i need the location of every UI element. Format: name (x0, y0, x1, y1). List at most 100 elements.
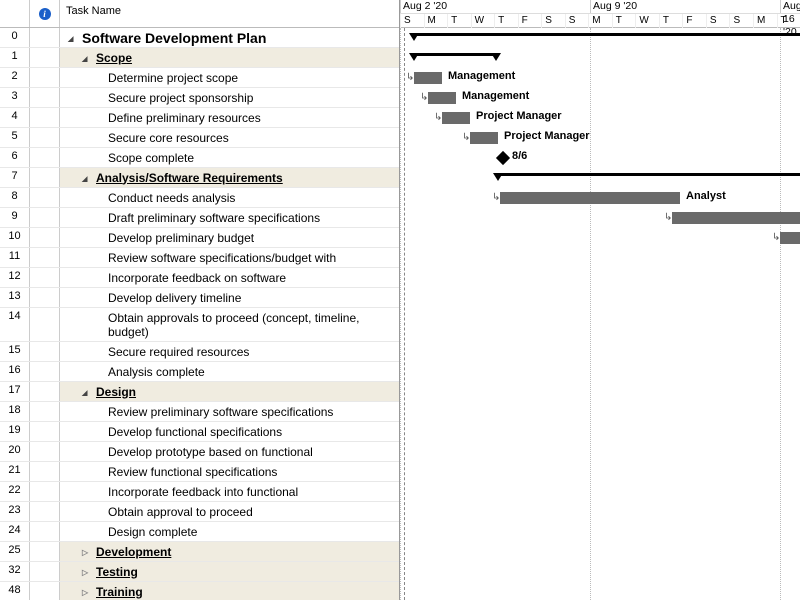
table-row[interactable]: 17 Design (0, 382, 399, 402)
task-grid[interactable]: i Task Name 0Software Development Plan1S… (0, 0, 400, 600)
timeline-header: Aug 2 '20Aug 9 '20Aug 16 '20 SMTWTFSSMTW… (400, 0, 800, 28)
day-label: S (706, 14, 730, 28)
task-name-cell[interactable]: Review software specifications/budget wi… (60, 248, 399, 267)
table-row[interactable]: 5Secure core resources (0, 128, 399, 148)
table-row[interactable]: 21Review functional specifications (0, 462, 399, 482)
table-row[interactable]: 1Scope (0, 48, 399, 68)
table-row[interactable]: 24Design complete (0, 522, 399, 542)
row-id: 13 (0, 288, 30, 307)
task-name-cell[interactable]: Obtain approvals to proceed (concept, ti… (60, 308, 399, 341)
summary-bar[interactable] (414, 53, 496, 61)
task-name-cell[interactable]: Analysis complete (60, 362, 399, 381)
expand-icon[interactable] (82, 567, 92, 577)
table-row[interactable]: 15Secure required resources (0, 342, 399, 362)
task-name-cell[interactable]: Scope (60, 48, 399, 67)
summary-bar[interactable] (498, 173, 800, 181)
expand-icon[interactable] (82, 587, 92, 597)
task-name-cell[interactable]: Develop functional specifications (60, 422, 399, 441)
gantt-bar[interactable] (500, 192, 680, 204)
collapse-icon[interactable] (82, 387, 92, 397)
gantt-area[interactable]: Management↳Management↳Project Manager↳Pr… (400, 28, 800, 600)
row-info-cell (30, 542, 60, 561)
dependency-arrow-icon: ↳ (462, 132, 470, 143)
row-id: 17 (0, 382, 30, 401)
expand-icon[interactable] (82, 547, 92, 557)
collapse-icon[interactable] (68, 33, 78, 43)
task-name-cell[interactable]: Incorporate feedback on software (60, 268, 399, 287)
week-label: Aug 9 '20 (590, 0, 637, 13)
milestone-marker[interactable] (496, 151, 510, 165)
task-name-cell[interactable]: Develop delivery timeline (60, 288, 399, 307)
table-row[interactable]: 20Develop prototype based on functional (0, 442, 399, 462)
row-info-cell (30, 308, 60, 341)
table-row[interactable]: 23Obtain approval to proceed (0, 502, 399, 522)
id-column-header[interactable] (0, 0, 30, 27)
task-name-cell[interactable]: Conduct needs analysis (60, 188, 399, 207)
row-info-cell (30, 562, 60, 581)
summary-bar[interactable] (414, 33, 800, 41)
task-name-cell[interactable]: Secure core resources (60, 128, 399, 147)
gantt-bar[interactable] (672, 212, 800, 224)
row-info-cell (30, 48, 60, 67)
table-row[interactable]: 16Analysis complete (0, 362, 399, 382)
collapse-icon[interactable] (82, 53, 92, 63)
task-name-cell[interactable]: Secure project sponsorship (60, 88, 399, 107)
task-name-label: Review functional specifications (108, 465, 277, 479)
gantt-bar-label: Management (462, 90, 529, 102)
table-row[interactable]: 3Secure project sponsorship (0, 88, 399, 108)
table-row[interactable]: 25Development (0, 542, 399, 562)
task-name-cell[interactable]: Draft preliminary software specification… (60, 208, 399, 227)
row-id: 7 (0, 168, 30, 187)
task-name-cell[interactable]: Design (60, 382, 399, 401)
gantt-bar[interactable] (470, 132, 498, 144)
task-name-cell[interactable]: Review functional specifications (60, 462, 399, 481)
table-row[interactable]: 9Draft preliminary software specificatio… (0, 208, 399, 228)
table-row[interactable]: 13 Develop delivery timeline (0, 288, 399, 308)
table-row[interactable]: 14 Obtain approvals to proceed (concept, … (0, 308, 399, 342)
table-row[interactable]: 7 Analysis/Software Requirements (0, 168, 399, 188)
task-name-cell[interactable]: Develop prototype based on functional (60, 442, 399, 461)
table-row[interactable]: 18Review preliminary software specificat… (0, 402, 399, 422)
table-row[interactable]: 12Incorporate feedback on software (0, 268, 399, 288)
task-name-cell[interactable]: Analysis/Software Requirements (60, 168, 399, 187)
task-name-cell[interactable]: Training (60, 582, 399, 600)
task-name-label: Develop prototype based on functional (108, 445, 313, 459)
task-name-cell[interactable]: Development (60, 542, 399, 561)
task-name-cell[interactable]: Secure required resources (60, 342, 399, 361)
table-row[interactable]: 32Testing (0, 562, 399, 582)
task-name-label: Develop preliminary budget (108, 231, 254, 245)
task-name-cell[interactable]: Determine project scope (60, 68, 399, 87)
table-row[interactable]: 22Incorporate feedback into functional (0, 482, 399, 502)
task-name-cell[interactable]: Design complete (60, 522, 399, 541)
gantt-bar[interactable] (414, 72, 442, 84)
task-name-cell[interactable]: Incorporate feedback into functional (60, 482, 399, 501)
table-row[interactable]: 6Scope complete (0, 148, 399, 168)
gantt-chart[interactable]: Aug 2 '20Aug 9 '20Aug 16 '20 SMTWTFSSMTW… (400, 0, 800, 600)
row-info-cell (30, 362, 60, 381)
table-row[interactable]: 10Develop preliminary budget (0, 228, 399, 248)
task-name-label: Analysis complete (108, 365, 205, 379)
table-row[interactable]: 48Training (0, 582, 399, 600)
day-label: T (612, 14, 636, 28)
task-name-cell[interactable]: Software Development Plan (60, 28, 399, 47)
gantt-bar[interactable] (442, 112, 470, 124)
task-name-column-header[interactable]: Task Name (60, 0, 399, 27)
table-row[interactable]: 2Determine project scope (0, 68, 399, 88)
gantt-bar[interactable] (428, 92, 456, 104)
task-name-cell[interactable]: Develop preliminary budget (60, 228, 399, 247)
task-name-cell[interactable]: Testing (60, 562, 399, 581)
info-column-header[interactable]: i (30, 0, 60, 27)
row-id: 14 (0, 308, 30, 341)
week-gridline (780, 28, 781, 600)
task-name-cell[interactable]: Define preliminary resources (60, 108, 399, 127)
collapse-icon[interactable] (82, 173, 92, 183)
table-row[interactable]: 0Software Development Plan (0, 28, 399, 48)
table-row[interactable]: 4Define preliminary resources (0, 108, 399, 128)
table-row[interactable]: 8Conduct needs analysis (0, 188, 399, 208)
task-name-cell[interactable]: Scope complete (60, 148, 399, 167)
table-row[interactable]: 19Develop functional specifications (0, 422, 399, 442)
gantt-bar[interactable] (780, 232, 800, 244)
task-name-cell[interactable]: Obtain approval to proceed (60, 502, 399, 521)
task-name-cell[interactable]: Review preliminary software specificatio… (60, 402, 399, 421)
table-row[interactable]: 11Review software specifications/budget … (0, 248, 399, 268)
